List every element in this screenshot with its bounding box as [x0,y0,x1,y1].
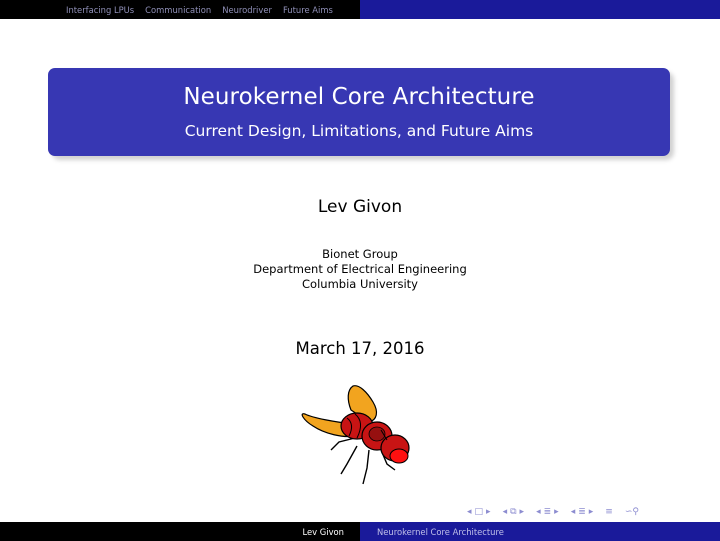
search-icon[interactable]: ∽⚲ [625,507,639,517]
footer-title: Neurokernel Core Architecture [377,526,504,537]
footer-right: Neurokernel Core Architecture [360,522,720,541]
section-nav: Interfacing LPUs Communication Neurodriv… [0,0,360,19]
header-bar: Interfacing LPUs Communication Neurodriv… [0,0,720,19]
subsection-prev-icon[interactable]: ◂ [536,507,541,517]
institute-department: Department of Electrical Engineering [253,262,467,276]
institute-university: Columbia University [302,277,418,291]
footer-author: Lev Givon [302,526,345,537]
subsection-nav-icon[interactable]: ≣ [544,507,552,517]
presentation-title: Neurokernel Core Architecture [183,84,535,110]
frame-next-icon[interactable]: ▸ [520,507,525,517]
slide-prev-icon[interactable]: ◂ [467,507,472,517]
footer-bar: Lev Givon Neurokernel Core Architecture [0,522,720,541]
section-nav-icon[interactable]: ≣ [578,507,586,517]
nav-section-communication[interactable]: Communication [145,5,211,15]
frame-nav-icon[interactable]: ⧉ [510,507,516,517]
section-next-icon[interactable]: ▸ [589,507,594,517]
author-name: Lev Givon [317,197,403,217]
fly-logo [301,385,410,485]
footer-left: Lev Givon [0,522,360,541]
subsection-next-icon[interactable]: ▸ [554,507,559,517]
header-bar-right [360,0,720,19]
fly-eye [389,448,409,464]
nav-section-future-aims[interactable]: Future Aims [283,5,333,15]
institute-group: Bionet Group [322,247,398,261]
beamer-nav-symbols: ◂ □ ▸ ◂ ⧉ ▸ ◂ ≣ ▸ ◂ ≣ ▸ ≡ ∽⚲ [467,505,639,519]
presentation-subtitle: Current Design, Limitations, and Future … [184,122,534,140]
align-icon[interactable]: ≡ [605,507,613,517]
slide-nav-icon[interactable]: □ [475,507,484,517]
section-prev-icon[interactable]: ◂ [571,507,576,517]
nav-section-neurodriver[interactable]: Neurodriver [222,5,272,15]
slide-next-icon[interactable]: ▸ [486,507,491,517]
title-block: Neurokernel Core Architecture Current De… [48,68,670,156]
nav-section-interfacing-lpus[interactable]: Interfacing LPUs [66,5,134,15]
presentation-date: March 17, 2016 [295,339,425,358]
frame-prev-icon[interactable]: ◂ [503,507,508,517]
